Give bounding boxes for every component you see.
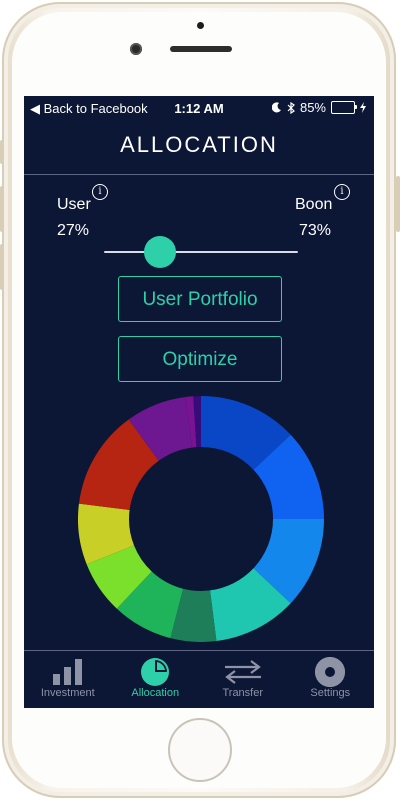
status-bar: ◀ Back to Facebook 1:12 AM 85% xyxy=(24,96,374,122)
boon-label: Boon xyxy=(295,196,333,213)
proximity-sensor xyxy=(197,22,204,29)
optimize-button[interactable]: Optimize xyxy=(118,336,282,382)
earpiece-speaker xyxy=(170,46,232,52)
tab-label-investment: Investment xyxy=(40,687,95,699)
gear-icon xyxy=(315,657,346,687)
power-button xyxy=(396,176,400,232)
tab-label-transfer: Transfer xyxy=(222,687,264,699)
header-divider xyxy=(24,174,374,175)
user-portfolio-button[interactable]: User Portfolio xyxy=(118,276,282,322)
mute-switch xyxy=(0,140,4,164)
tab-allocation[interactable]: Allocation xyxy=(112,651,200,708)
boon-info-icon[interactable]: i xyxy=(334,184,350,200)
front-camera xyxy=(130,43,142,55)
status-indicators: 85% xyxy=(271,100,366,115)
user-label: User xyxy=(57,196,91,213)
battery-icon xyxy=(331,101,357,114)
pie-chart-icon xyxy=(141,658,170,686)
charging-bolt-icon xyxy=(360,102,366,113)
bluetooth-icon xyxy=(287,101,295,114)
tab-investment[interactable]: Investment xyxy=(24,651,112,708)
tab-label-settings: Settings xyxy=(310,687,351,699)
boon-percent: 73% xyxy=(299,222,332,239)
user-info-icon[interactable]: i xyxy=(92,184,108,200)
user-percent: 27% xyxy=(57,222,90,239)
tab-label-allocation: Allocation xyxy=(131,687,180,699)
home-button[interactable] xyxy=(168,718,232,782)
battery-percent: 85% xyxy=(299,100,326,115)
allocation-slider-thumb[interactable] xyxy=(144,236,177,268)
tab-bar: Investment Allocation Transfer Settings xyxy=(24,650,374,708)
volume-down-button xyxy=(0,244,4,290)
bar-chart-icon xyxy=(52,659,82,685)
tab-transfer[interactable]: Transfer xyxy=(199,651,287,708)
moon-icon xyxy=(271,102,281,113)
transfer-arrows-icon xyxy=(224,660,261,684)
page-title: ALLOCATION xyxy=(120,132,278,157)
allocation-slider-track[interactable] xyxy=(104,251,298,253)
allocation-donut-chart xyxy=(78,396,324,642)
tab-settings[interactable]: Settings xyxy=(287,651,375,708)
app-screen: ◀ Back to Facebook 1:12 AM 85% ALLOCATIO… xyxy=(24,96,374,708)
volume-up-button xyxy=(0,186,4,232)
